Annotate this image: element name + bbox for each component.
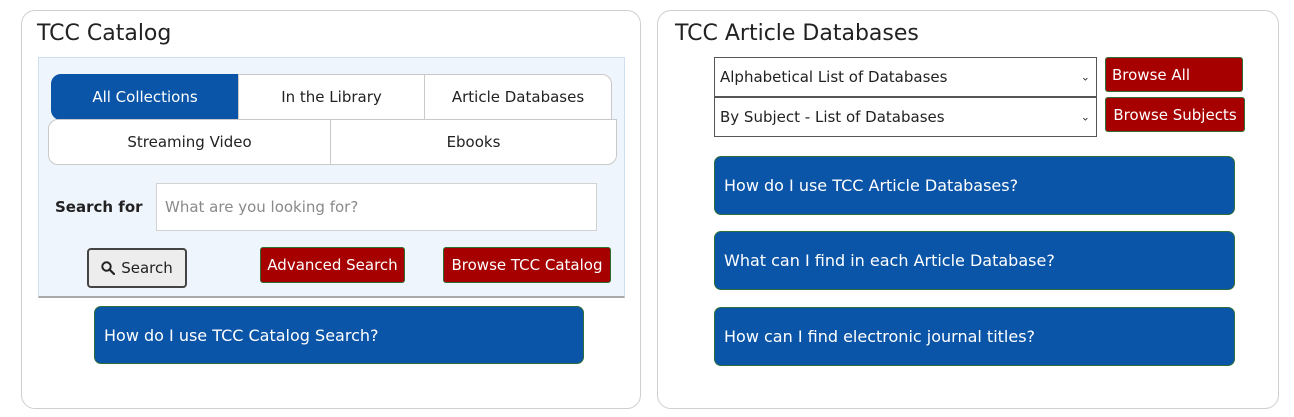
tab-streaming-video[interactable]: Streaming Video: [48, 119, 331, 165]
tab-in-the-library[interactable]: In the Library: [238, 74, 425, 120]
databases-help-link-journals[interactable]: How can I find electronic journal titles…: [714, 307, 1235, 366]
catalog-title: TCC Catalog: [37, 21, 172, 46]
catalog-search-box: All Collections In the Library Article D…: [38, 57, 625, 298]
tab-all-collections[interactable]: All Collections: [51, 74, 239, 120]
subject-select-value: By Subject - List of Databases: [720, 108, 945, 126]
tab-ebooks[interactable]: Ebooks: [330, 119, 617, 165]
subject-database-select[interactable]: By Subject - List of Databases ⌄: [714, 97, 1097, 137]
databases-help-link-usage[interactable]: How do I use TCC Article Databases?: [714, 156, 1235, 215]
databases-help-link-contents[interactable]: What can I find in each Article Database…: [714, 231, 1235, 290]
search-label: Search for: [55, 198, 143, 216]
chevron-down-icon: ⌄: [1080, 70, 1090, 84]
alphabetical-select-value: Alphabetical List of Databases: [720, 68, 948, 86]
alphabetical-database-select[interactable]: Alphabetical List of Databases ⌄: [714, 57, 1097, 97]
advanced-search-button[interactable]: Advanced Search: [260, 247, 405, 283]
databases-panel: TCC Article Databases Alphabetical List …: [657, 10, 1279, 409]
browse-subjects-button[interactable]: Browse Subjects: [1105, 97, 1245, 132]
databases-title: TCC Article Databases: [675, 21, 919, 46]
search-button-label: Search: [121, 259, 173, 277]
tab-article-databases[interactable]: Article Databases: [424, 74, 612, 120]
search-input[interactable]: [156, 183, 597, 231]
browse-all-button[interactable]: Browse All: [1105, 57, 1243, 92]
chevron-down-icon: ⌄: [1080, 110, 1090, 124]
search-icon: [101, 261, 116, 275]
catalog-help-link[interactable]: How do I use TCC Catalog Search?: [94, 306, 584, 364]
search-button[interactable]: Search: [87, 248, 187, 288]
catalog-panel: TCC Catalog All Collections In the Libra…: [21, 10, 641, 409]
browse-catalog-button[interactable]: Browse TCC Catalog: [443, 247, 611, 283]
